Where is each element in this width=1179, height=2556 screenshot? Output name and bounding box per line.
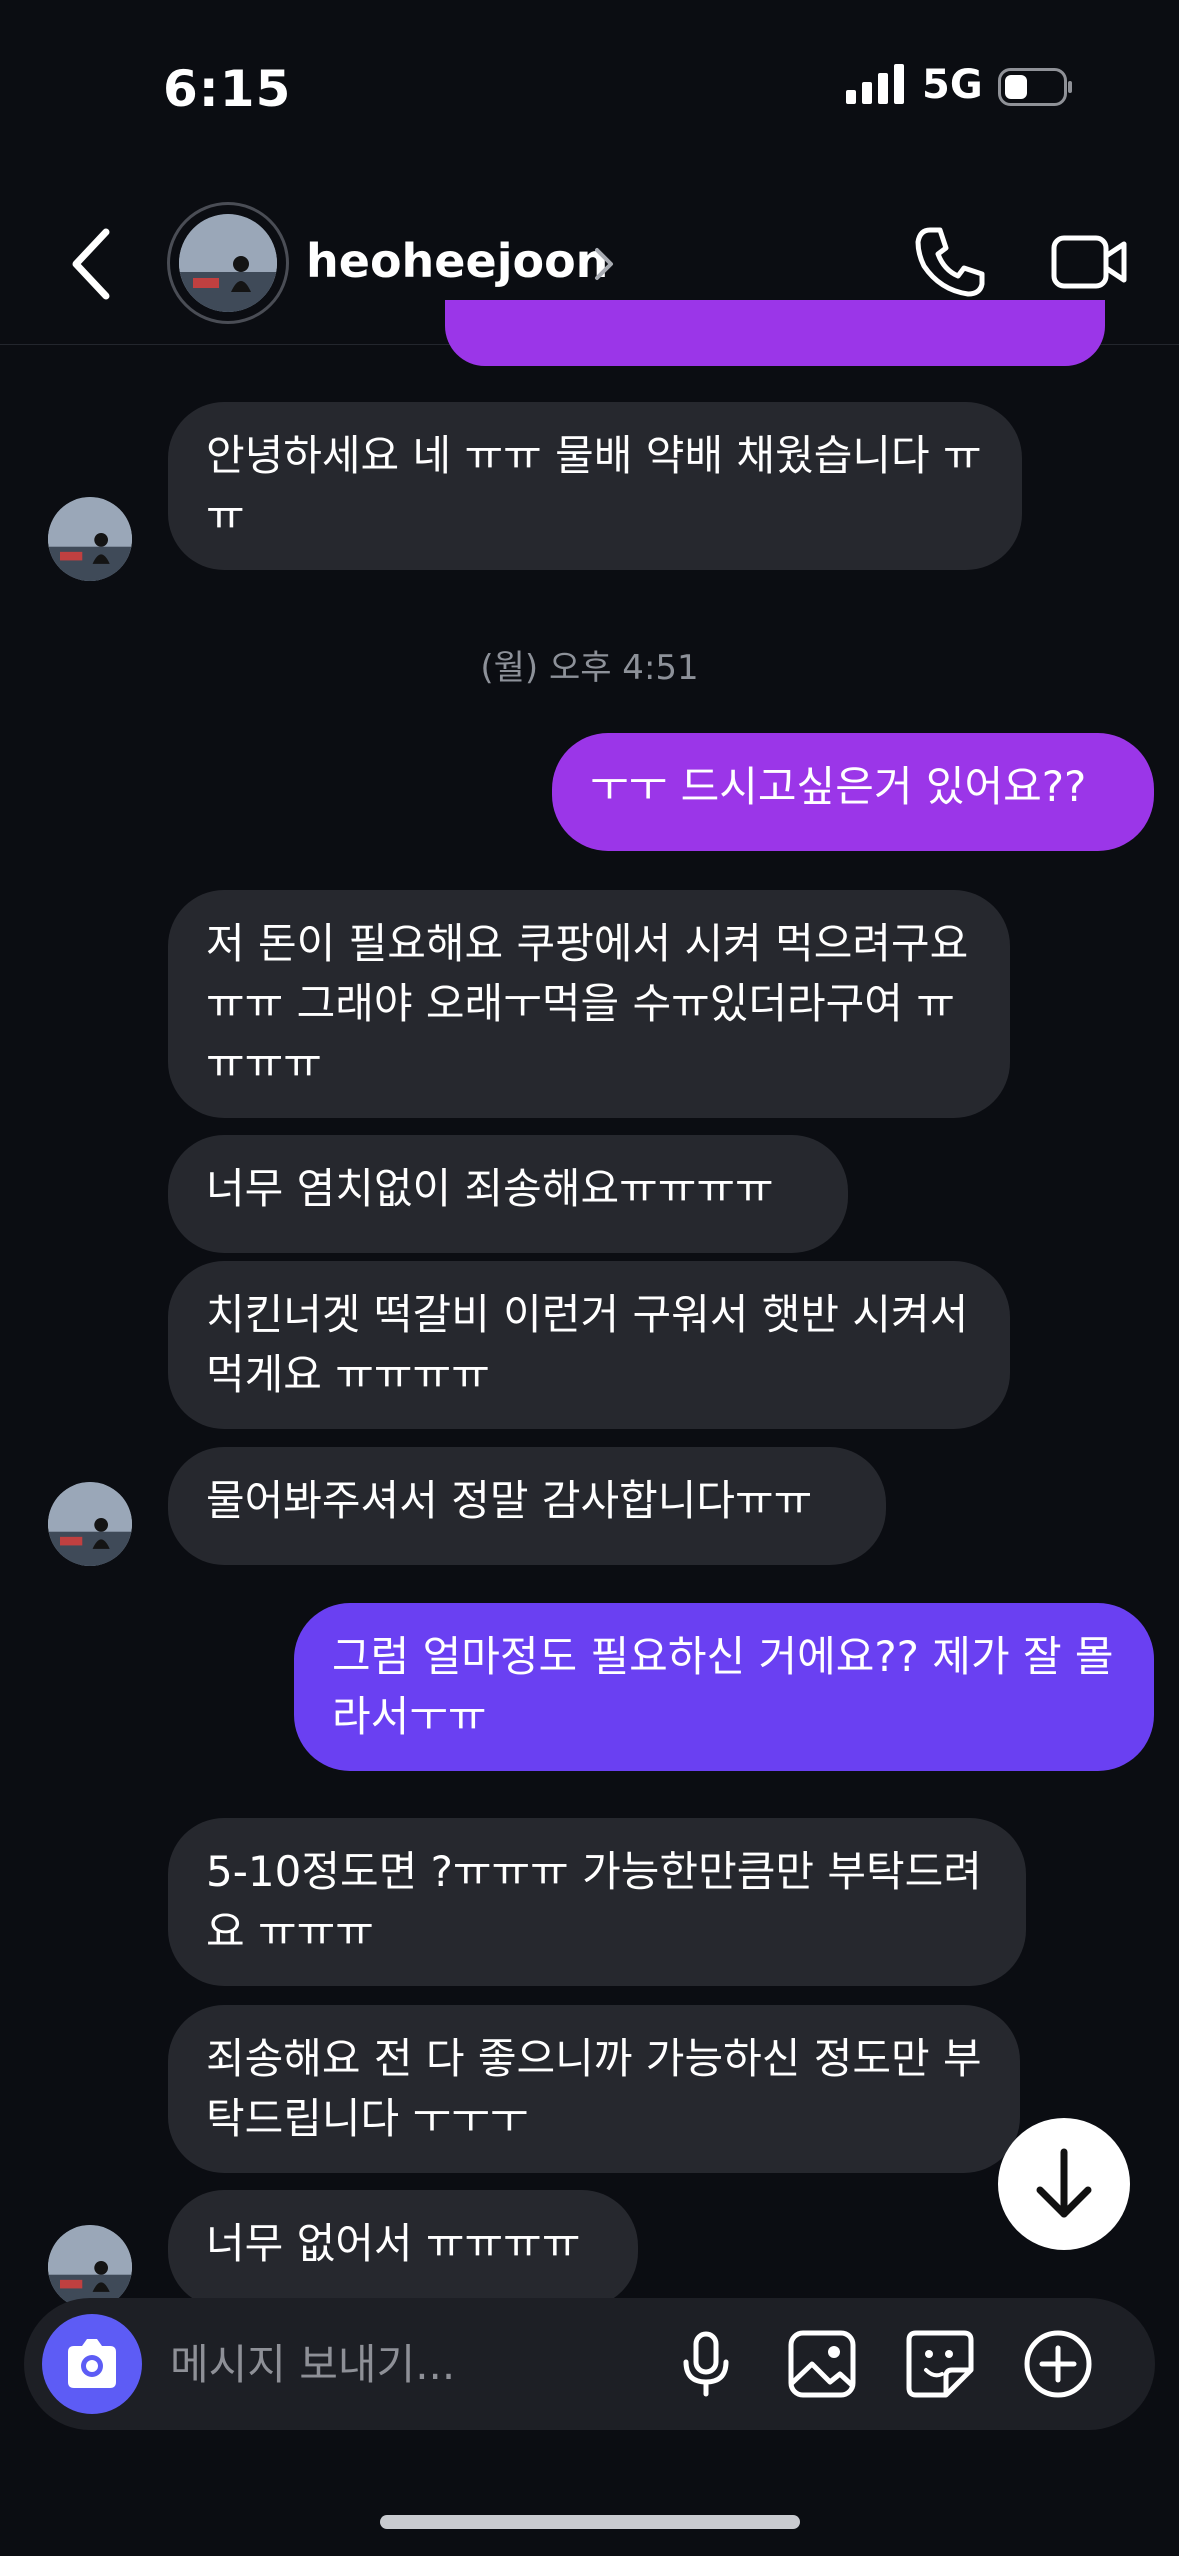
sticker-icon[interactable] bbox=[904, 2328, 976, 2400]
incoming-message[interactable]: 너무 없어서 ㅠㅠㅠㅠ bbox=[168, 2190, 638, 2308]
scroll-to-bottom-button[interactable] bbox=[998, 2118, 1130, 2250]
message-text: 저 돈이 필요해요 쿠팡에서 시켜 먹으려구요 ㅠㅠ 그래야 오래ㅜ먹을 수ㅠ있… bbox=[206, 919, 969, 1088]
outgoing-message[interactable]: 그럼 얼마정도 필요하신 거에요?? 제가 잘 몰라서ㅜㅠ bbox=[294, 1603, 1154, 1771]
back-icon[interactable] bbox=[62, 224, 122, 304]
avatar-photo-icon bbox=[48, 1482, 132, 1566]
phone-icon[interactable] bbox=[910, 222, 990, 302]
incoming-message[interactable]: 너무 염치없이 죄송해요ㅠㅠㅠㅠ bbox=[168, 1135, 848, 1253]
sender-avatar[interactable] bbox=[48, 2225, 132, 2309]
message-composer bbox=[24, 2298, 1155, 2430]
message-text: 죄송해요 전 다 좋으니까 가능하신 정도만 부탁드립니다 ㅜㅜㅜ bbox=[206, 2034, 982, 2143]
gallery-icon[interactable] bbox=[786, 2328, 858, 2400]
header-avatar[interactable] bbox=[167, 202, 289, 324]
outgoing-message[interactable]: ㅜㅜ 드시고싶은거 있어요?? bbox=[552, 733, 1154, 851]
network-label: 5G bbox=[922, 62, 983, 108]
video-camera-icon[interactable] bbox=[1050, 230, 1130, 294]
incoming-message[interactable]: 안녕하세요 네 ㅠㅠ 물배 약배 채웠습니다 ㅠㅠ bbox=[168, 402, 1022, 570]
status-time: 6:15 bbox=[163, 60, 292, 118]
message-text: 치킨너겟 떡갈비 이런거 구워서 햇반 시켜서 먹게요 ㅠㅠㅠㅠ bbox=[206, 1290, 969, 1399]
sender-avatar[interactable] bbox=[48, 497, 132, 581]
camera-button[interactable] bbox=[42, 2314, 142, 2414]
avatar-photo-icon bbox=[48, 497, 132, 581]
arrow-down-icon bbox=[1036, 2148, 1092, 2218]
plus-circle-icon[interactable] bbox=[1022, 2328, 1094, 2400]
outgoing-message-partial[interactable] bbox=[445, 300, 1105, 366]
incoming-message[interactable]: 5-10정도면 ?ㅠㅠㅠ 가능한만큼만 부탁드려요 ㅠㅠㅠ bbox=[168, 1818, 1026, 1986]
username[interactable]: heoheejoon bbox=[306, 234, 608, 288]
incoming-message[interactable]: 죄송해요 전 다 좋으니까 가능하신 정도만 부탁드립니다 ㅜㅜㅜ bbox=[168, 2005, 1020, 2173]
timestamp: (월) 오후 4:51 bbox=[480, 648, 699, 688]
avatar-photo-icon bbox=[48, 2225, 132, 2309]
message-text: 5-10정도면 ?ㅠㅠㅠ 가능한만큼만 부탁드려요 ㅠㅠㅠ bbox=[206, 1847, 982, 1956]
camera-icon bbox=[68, 2339, 116, 2388]
avatar bbox=[179, 214, 277, 312]
message-text: 너무 염치없이 죄송해요ㅠㅠㅠㅠ bbox=[206, 1164, 774, 1213]
message-text: 물어봐주셔서 정말 감사합니다ㅠㅠ bbox=[206, 1476, 813, 1525]
avatar-photo-icon bbox=[179, 214, 277, 312]
incoming-message[interactable]: 치킨너겟 떡갈비 이런거 구워서 햇반 시켜서 먹게요 ㅠㅠㅠㅠ bbox=[168, 1261, 1010, 1429]
message-text: 그럼 얼마정도 필요하신 거에요?? 제가 잘 몰라서ㅜㅠ bbox=[332, 1632, 1114, 1741]
microphone-icon[interactable] bbox=[670, 2328, 742, 2400]
sender-avatar[interactable] bbox=[48, 1482, 132, 1566]
signal-icon bbox=[846, 64, 904, 104]
message-text: 너무 없어서 ㅠㅠㅠㅠ bbox=[206, 2219, 581, 2268]
battery-icon bbox=[998, 68, 1072, 106]
message-input[interactable] bbox=[170, 2332, 650, 2396]
message-text: 안녕하세요 네 ㅠㅠ 물배 약배 채웠습니다 ㅠㅠ bbox=[206, 431, 982, 540]
chevron-right-icon[interactable] bbox=[592, 244, 616, 284]
message-text: ㅜㅜ 드시고싶은거 있어요?? bbox=[590, 762, 1087, 811]
incoming-message[interactable]: 물어봐주셔서 정말 감사합니다ㅠㅠ bbox=[168, 1447, 886, 1565]
home-indicator[interactable] bbox=[380, 2515, 800, 2529]
incoming-message[interactable]: 저 돈이 필요해요 쿠팡에서 시켜 먹으려구요 ㅠㅠ 그래야 오래ㅜ먹을 수ㅠ있… bbox=[168, 890, 1010, 1118]
